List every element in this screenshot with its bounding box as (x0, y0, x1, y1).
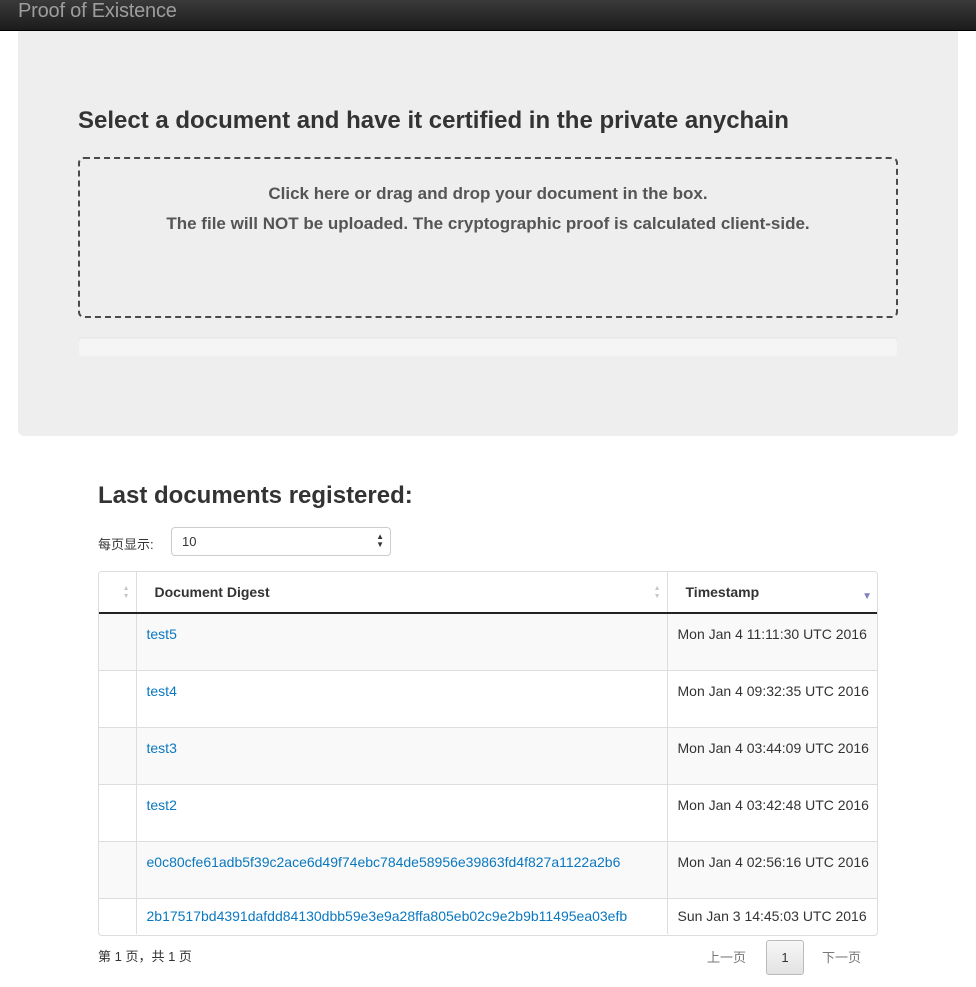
row-index-cell (99, 669, 137, 727)
table-page-info: 第 1 页，共 1 页 (98, 949, 192, 964)
digest-link[interactable]: e0c80cfe61adb5f39c2ace6d49f74ebc784de589… (147, 854, 621, 870)
file-dropzone[interactable]: Click here or drag and drop your documen… (78, 157, 898, 318)
column-header-digest[interactable]: Document Digest ▲ ▼ (136, 572, 668, 614)
timestamp-cell: Mon Jan 4 02:56:16 UTC 2016 (667, 840, 877, 898)
sort-both-icon: ▲ ▼ (122, 585, 130, 600)
table-row: test5 Mon Jan 4 11:11:30 UTC 2016 (99, 613, 877, 670)
select-updown-icon: ▲ ▼ (376, 532, 384, 549)
timestamp-cell: Mon Jan 4 03:42:48 UTC 2016 (667, 783, 877, 841)
pager-next-button[interactable]: 下一页 (822, 950, 861, 966)
dropzone-instruction: Click here or drag and drop your documen… (268, 184, 708, 203)
page-length-value: 10 (182, 534, 197, 549)
page-length-label: 每页显示: (98, 537, 154, 552)
dropzone-notice: The file will NOT be uploaded. The crypt… (166, 214, 810, 233)
column-header-digest-label: Document Digest (154, 584, 270, 600)
digest-cell: test2 (136, 783, 668, 841)
timestamp-cell: Mon Jan 4 03:44:09 UTC 2016 (667, 726, 877, 784)
row-index-cell (99, 726, 137, 784)
table-row: 2b17517bd4391dafdd84130dbb59e3e9a28ffa80… (99, 897, 877, 934)
digest-cell: test4 (136, 669, 668, 727)
sort-desc-icon: ▼ (862, 591, 872, 602)
documents-table: ▲ ▼ Document Digest ▲ ▼ Timestamp ▼ test5 … (98, 571, 878, 936)
digest-link[interactable]: test3 (147, 740, 177, 756)
timestamp-cell: Sun Jan 3 14:45:03 UTC 2016 (667, 897, 877, 934)
page-length-select[interactable]: 10 ▲ ▼ (171, 527, 391, 556)
row-index-cell (99, 613, 137, 670)
progress-bar (78, 337, 898, 356)
digest-cell: 2b17517bd4391dafdd84130dbb59e3e9a28ffa80… (136, 897, 668, 934)
table-row: test3 Mon Jan 4 03:44:09 UTC 2016 (99, 726, 877, 784)
timestamp-cell: Mon Jan 4 09:32:35 UTC 2016 (667, 669, 877, 727)
table-row: test2 Mon Jan 4 03:42:48 UTC 2016 (99, 783, 877, 841)
sort-both-icon: ▲ ▼ (653, 585, 661, 600)
row-index-cell (99, 897, 137, 934)
pager-page-button[interactable]: 1 (766, 940, 804, 975)
digest-link[interactable]: test4 (147, 683, 177, 699)
digest-link[interactable]: test2 (147, 797, 177, 813)
digest-cell: test3 (136, 726, 668, 784)
upload-panel: Select a document and have it certified … (18, 31, 958, 436)
column-header-timestamp-label: Timestamp (685, 584, 760, 600)
pager-previous-button[interactable]: 上一页 (707, 950, 746, 966)
navbar: Proof of Existence (0, 0, 976, 31)
row-index-cell (99, 840, 137, 898)
digest-link[interactable]: test5 (147, 626, 177, 642)
digest-cell: e0c80cfe61adb5f39c2ace6d49f74ebc784de589… (136, 840, 668, 898)
table-header-row: ▲ ▼ Document Digest ▲ ▼ Timestamp ▼ (99, 572, 877, 614)
section-title: Last documents registered: (98, 482, 413, 509)
page-title: Select a document and have it certified … (78, 107, 789, 134)
digest-cell: test5 (136, 613, 668, 670)
timestamp-cell: Mon Jan 4 11:11:30 UTC 2016 (667, 613, 877, 670)
digest-link[interactable]: 2b17517bd4391dafdd84130dbb59e3e9a28ffa80… (147, 908, 628, 924)
column-header-timestamp[interactable]: Timestamp ▼ (667, 572, 877, 614)
row-index-cell (99, 783, 137, 841)
brand-link[interactable]: Proof of Existence (18, 0, 177, 22)
column-header-index[interactable]: ▲ ▼ (99, 572, 137, 614)
table-row: test4 Mon Jan 4 09:32:35 UTC 2016 (99, 669, 877, 727)
table-row: e0c80cfe61adb5f39c2ace6d49f74ebc784de589… (99, 840, 877, 898)
